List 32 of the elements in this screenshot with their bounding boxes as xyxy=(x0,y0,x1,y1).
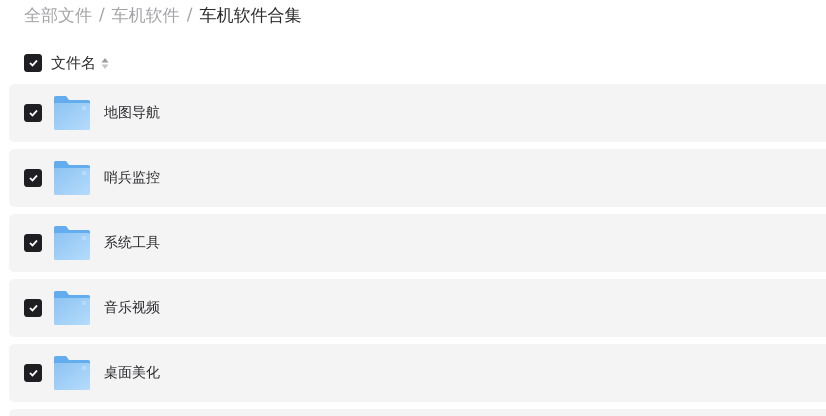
checkbox[interactable] xyxy=(24,299,42,317)
breadcrumb-separator: / xyxy=(99,5,105,25)
folder-row[interactable]: 系统工具 xyxy=(9,214,826,272)
folder-icon xyxy=(54,356,90,390)
checkbox[interactable] xyxy=(24,364,42,382)
column-header[interactable]: 文件名 xyxy=(51,54,96,72)
checkbox[interactable] xyxy=(24,54,42,72)
check-icon xyxy=(28,369,38,377)
folder-icon xyxy=(54,161,90,195)
check-icon xyxy=(28,109,38,117)
check-icon xyxy=(28,174,38,182)
folder-row[interactable]: 地图导航 xyxy=(9,84,826,142)
folder-name[interactable]: 系统工具 xyxy=(104,234,160,252)
folder-row[interactable]: 音乐视频 xyxy=(9,279,826,337)
folder-name[interactable]: 音乐视频 xyxy=(104,299,160,317)
breadcrumb-separator: / xyxy=(186,5,192,25)
checkbox[interactable] xyxy=(24,234,42,252)
folder-icon xyxy=(54,291,90,325)
folder-row[interactable]: 哨兵监控 xyxy=(9,149,826,207)
check-icon xyxy=(28,304,38,312)
current-folder-title: 车机软件合集 xyxy=(199,4,302,26)
folder-name[interactable]: 地图导航 xyxy=(104,104,160,122)
check-icon xyxy=(28,59,38,67)
checkbox[interactable] xyxy=(24,169,42,187)
folder-name[interactable]: 桌面美化 xyxy=(104,364,160,382)
check-icon xyxy=(28,239,38,247)
sort-icon[interactable] xyxy=(101,56,109,70)
folder-name[interactable]: 哨兵监控 xyxy=(104,169,160,187)
folder-icon xyxy=(54,96,90,130)
checkbox[interactable] xyxy=(24,104,42,122)
folder-icon xyxy=(54,226,90,260)
folder-row[interactable]: 桌面美化 xyxy=(9,344,826,402)
